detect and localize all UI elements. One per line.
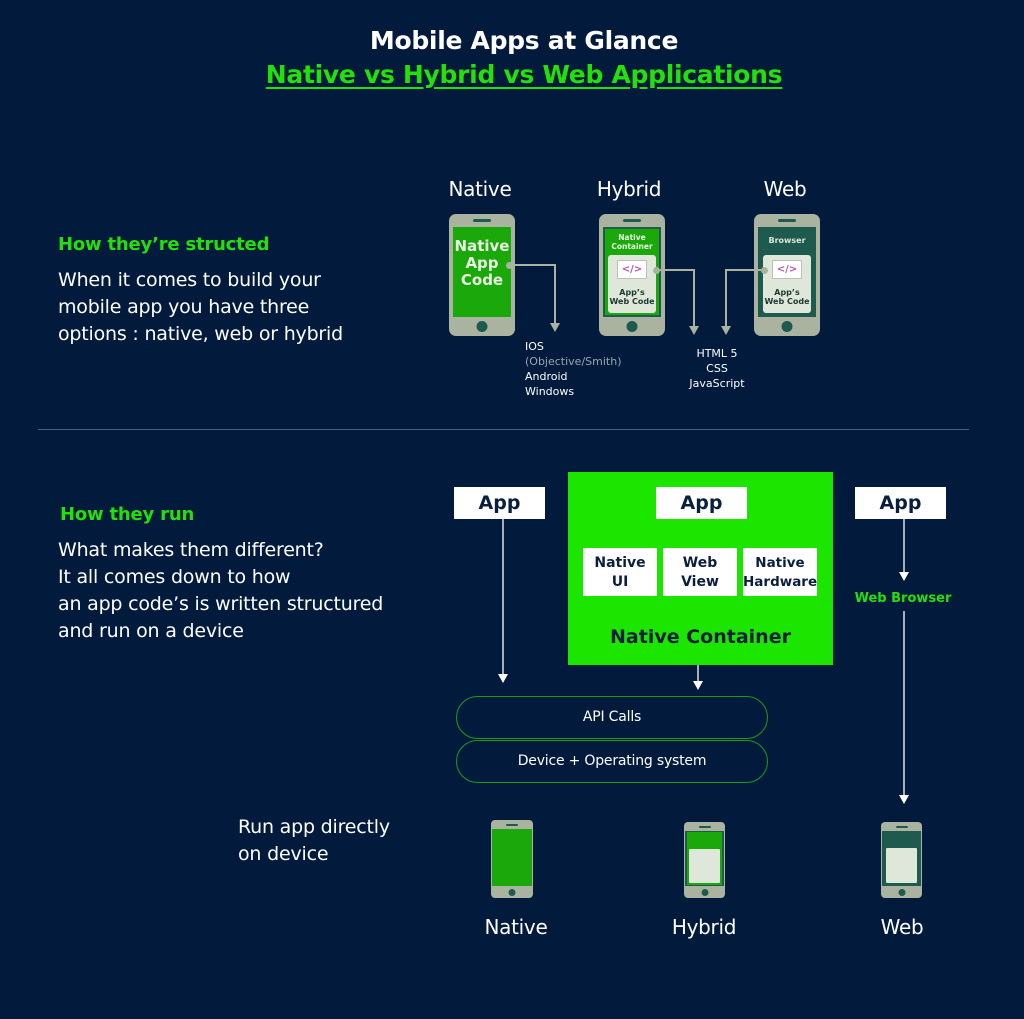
native-ui-box: Native UI (583, 548, 657, 596)
connector-dot (761, 267, 768, 274)
run-directly-text: Run app directly on device (238, 816, 390, 865)
bottom-label-hybrid: Hybrid (671, 915, 737, 939)
column-label-native: Native (448, 177, 512, 201)
native-app-box: App (454, 487, 545, 519)
language-item: IOS (525, 340, 544, 353)
structure-description-line: options : native, web or hybrid (58, 323, 343, 345)
app-web-code-box: </> App’s Web Code (608, 255, 656, 313)
native-app-code-label: Native App Code (454, 237, 510, 289)
language-item: Windows (525, 385, 575, 398)
arrow-head (899, 795, 909, 804)
web-device-icon (881, 822, 922, 898)
arrow-head (693, 681, 703, 690)
language-item: JavaScript (689, 377, 745, 390)
web-languages-list: HTML 5 CSS JavaScript (672, 346, 762, 391)
run-description-line: and run on a device (58, 620, 244, 642)
run-description-line: What makes them different? (58, 539, 324, 561)
arrow-head (689, 326, 699, 335)
arrow-head (550, 323, 560, 332)
web-phone-icon: Browser </> App’s Web Code (754, 214, 820, 336)
web-view-box: Web View (663, 548, 737, 596)
arrow-head (721, 326, 731, 335)
hybrid-device-icon (684, 822, 725, 898)
app-web-code-box: </> App’s Web Code (763, 255, 811, 313)
hybrid-phone-icon: Native Container </> App’s Web Code (599, 214, 665, 336)
language-item: CSS (706, 362, 728, 375)
native-code-connector (512, 264, 556, 325)
run-description-line: an app code’s is written structured (58, 593, 384, 615)
language-item: Android (525, 370, 568, 383)
bottom-label-native: Native (484, 915, 548, 939)
native-phone-icon: Native App Code (449, 214, 515, 336)
native-container-label: Native Container (610, 626, 791, 648)
page-title: Mobile Apps at Glance (369, 26, 679, 55)
arrow-head (899, 572, 909, 581)
arrow-head (498, 674, 508, 683)
column-label-hybrid: Hybrid (596, 177, 662, 201)
page-subtitle: Native vs Hybrid vs Web Applications (265, 60, 783, 89)
hybrid-app-box: App (656, 487, 747, 519)
structure-description-line: When it comes to build your (58, 269, 321, 291)
section-divider (38, 429, 969, 430)
web-browser-label: Web Browser (854, 591, 952, 606)
structure-description-line: mobile app you have three (58, 296, 310, 318)
native-languages-list: IOS (Objective/Smith) Android Windows (525, 339, 622, 399)
structure-description: When it comes to build your mobile app y… (58, 267, 343, 348)
run-heading: How they run (60, 504, 195, 525)
column-label-web: Web (763, 177, 807, 201)
native-container-phone-label: Native Container (611, 233, 653, 251)
run-description-line: It all comes down to how (58, 566, 291, 588)
run-description: What makes them different? It all comes … (58, 537, 383, 645)
connector-dot (506, 262, 513, 269)
code-icon: </> (617, 260, 647, 279)
web-app-box: App (855, 487, 946, 519)
native-hardware-box: Native Hardware (743, 548, 817, 596)
device-os-layer: Device + Operating system (456, 740, 768, 783)
language-item: (Objective/Smith) (525, 355, 622, 368)
native-device-icon (491, 820, 533, 898)
api-calls-layer: API Calls (456, 696, 768, 739)
connector-dot (653, 267, 660, 274)
bottom-label-web: Web (880, 915, 924, 939)
code-icon: </> (772, 260, 802, 279)
language-item: HTML 5 (696, 347, 738, 360)
structure-heading: How they’re structed (58, 234, 270, 255)
browser-phone-label: Browser (768, 236, 806, 245)
